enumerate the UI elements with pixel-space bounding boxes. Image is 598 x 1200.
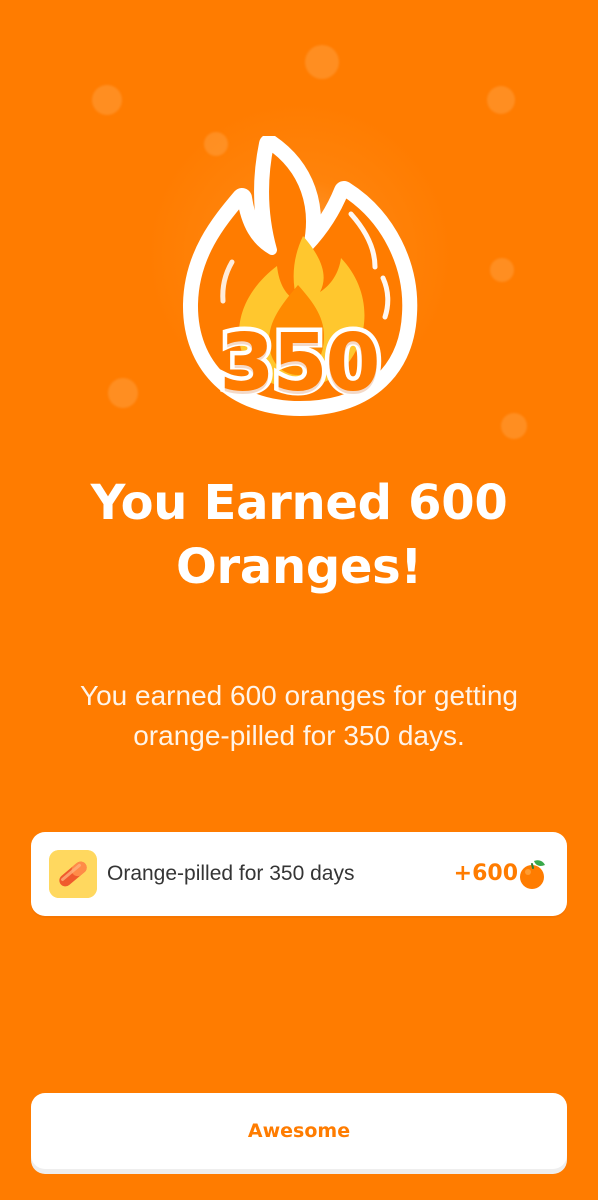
background-bubble xyxy=(92,85,122,115)
awesome-button[interactable]: Awesome xyxy=(31,1093,567,1169)
background-bubble xyxy=(490,258,514,282)
reward-title: You Earned 600 Oranges! xyxy=(90,475,508,595)
background-bubble xyxy=(108,378,138,408)
reward-screen: 350 You Earned 600 Oranges! You earned 6… xyxy=(0,0,598,1200)
streak-count: 350 xyxy=(215,317,385,409)
orange-icon xyxy=(518,859,547,890)
pill-icon xyxy=(49,850,97,898)
reward-summary-card: Orange-pilled for 350 days +600 xyxy=(31,832,567,916)
reward-description: You earned 600 oranges for getting orang… xyxy=(80,680,518,751)
reward-amount: +600 xyxy=(453,861,518,886)
background-bubble xyxy=(305,45,339,79)
background-bubble xyxy=(501,413,527,439)
reward-label: Orange-pilled for 350 days xyxy=(107,862,355,885)
streak-badge: 350 xyxy=(178,136,420,418)
background-bubble xyxy=(487,86,515,114)
